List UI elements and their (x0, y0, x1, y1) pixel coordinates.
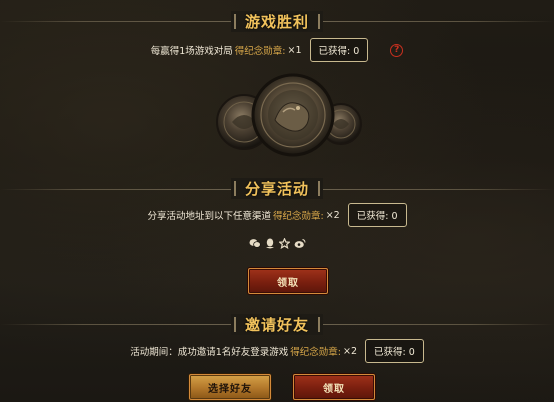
invite-count-box: 已获得: 0 (365, 339, 424, 363)
select-friend-button[interactable]: 选择好友 (189, 374, 271, 400)
medals-svg (216, 73, 362, 157)
invite-desc-multiplier: ×2 (342, 345, 357, 357)
weibo-icon[interactable] (294, 238, 306, 252)
win-desc-highlight: 得纪念勋章: (234, 46, 286, 57)
medal-images (0, 72, 554, 162)
win-desc-multiplier: ×1 (287, 44, 302, 56)
invite-desc-highlight: 得纪念勋章: (290, 347, 341, 358)
win-desc-text: 每赢得1场游戏对局 (150, 46, 233, 57)
share-desc-row: 分享活动地址到以下任意渠道 得纪念勋章: ×2 已获得: 0 (0, 203, 554, 227)
win-section: 游戏胜利 每赢得1场游戏对局 得纪念勋章: ×1 已获得: 0 ? (0, 0, 554, 178)
invite-desc-row: 活动期间：成功邀请1名好友登录游戏 得纪念勋章: ×2 已获得: 0 (0, 339, 554, 363)
share-desc-multiplier: ×2 (325, 209, 340, 221)
share-title: 分享活动 (230, 178, 323, 199)
medal-center (251, 73, 335, 157)
win-count-box: 已获得: 0 (309, 38, 369, 62)
share-channel-icons (0, 237, 554, 252)
invite-section: 邀请好友 活动期间：成功邀请1名好友登录游戏 得纪念勋章: ×2 已获得: 0 … (0, 312, 554, 402)
qq-icon[interactable] (265, 238, 275, 252)
invite-title: 邀请好友 (230, 314, 323, 335)
share-section: 分享活动 分享活动地址到以下任意渠道 得纪念勋章: ×2 已获得: 0 领取 (0, 178, 554, 312)
wechat-icon[interactable] (249, 238, 261, 252)
help-icon[interactable]: ? (390, 43, 404, 57)
win-desc-row: 每赢得1场游戏对局 得纪念勋章: ×1 已获得: 0 ? (0, 38, 554, 62)
star-icon[interactable] (277, 237, 291, 252)
share-claim-button[interactable]: 领取 (248, 268, 328, 294)
win-title: 游戏胜利 (230, 11, 323, 32)
share-count-box: 已获得: 0 (347, 203, 407, 227)
invite-claim-button[interactable]: 领取 (293, 374, 375, 400)
share-desc-text: 分享活动地址到以下任意渠道 (147, 211, 272, 222)
share-desc-highlight: 得纪念勋章: (273, 211, 324, 222)
invite-desc-text: 活动期间：成功邀请1名好友登录游戏 (130, 347, 289, 358)
